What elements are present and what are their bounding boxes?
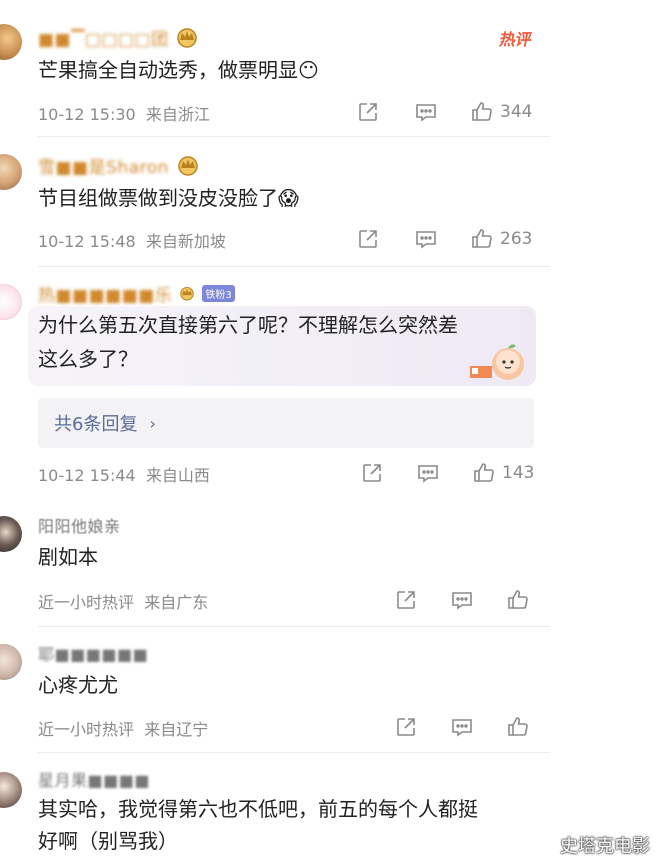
share-button[interactable] xyxy=(394,586,418,614)
username[interactable]: 阳阳他娘亲 xyxy=(38,513,121,537)
avatar[interactable] xyxy=(0,644,22,680)
comment-text: 芒果搞全自动选秀，做票明显😶 xyxy=(38,58,319,82)
view-replies-button[interactable]: 共6条回复 › xyxy=(38,398,534,448)
comment-text-line-1: 其实哈，我觉得第六也不低吧，前五的每个人都挺 xyxy=(38,797,478,821)
fan-badge: 铁粉3 xyxy=(202,284,235,302)
username-row: 阳阳他娘亲 xyxy=(38,512,121,538)
thumbs-up-icon xyxy=(472,229,492,248)
username[interactable]: 星月果■■■■ xyxy=(38,767,150,791)
avatar[interactable] xyxy=(0,516,22,552)
share-icon xyxy=(359,103,377,121)
like-button[interactable] xyxy=(506,586,530,614)
username-row: 雪■■是Sharon xyxy=(38,152,201,178)
comment-actions xyxy=(0,586,660,614)
reply-button[interactable] xyxy=(414,98,438,126)
reply-button[interactable] xyxy=(450,713,474,741)
share-icon xyxy=(397,718,415,736)
crown-icon xyxy=(178,156,198,176)
comment-text-line-2: 这么多了？ xyxy=(38,347,138,371)
comment-icon xyxy=(416,231,436,249)
share-button[interactable] xyxy=(394,713,418,741)
peach-mascot-icon xyxy=(470,344,524,380)
share-button[interactable] xyxy=(356,98,380,126)
comment-text: 节目组做票做到没皮没脸了😱 xyxy=(38,186,299,210)
avatar[interactable] xyxy=(0,24,22,60)
share-icon xyxy=(397,591,415,609)
reply-button[interactable] xyxy=(450,586,474,614)
comment-text-line-2: 好啊（别骂我） xyxy=(38,829,178,853)
thumbs-up-icon xyxy=(472,102,492,121)
username-row: 星月果■■■■ xyxy=(38,766,150,792)
comment-icon xyxy=(418,465,438,483)
comment-text: 心疼尤尤 xyxy=(38,673,118,697)
share-icon xyxy=(359,230,377,248)
reply-button[interactable] xyxy=(414,225,438,253)
username[interactable]: ■■▔□□□□团 xyxy=(38,25,168,50)
like-count: 263 xyxy=(500,229,533,249)
avatar[interactable] xyxy=(0,772,22,808)
like-button[interactable]: 143 xyxy=(472,459,534,487)
username-row: ■■▔□□□□团 xyxy=(38,24,200,50)
crown-icon xyxy=(177,28,198,48)
comment-icon xyxy=(416,104,436,122)
thumbs-up-icon xyxy=(508,590,528,609)
comment-actions xyxy=(0,713,660,741)
divider xyxy=(38,136,550,137)
like-button[interactable] xyxy=(506,713,530,741)
like-button[interactable]: 263 xyxy=(470,225,532,253)
divider xyxy=(38,752,550,753)
like-count: 344 xyxy=(500,102,533,122)
username[interactable]: 雪■■是Sharon xyxy=(38,153,169,178)
chevron-right-icon: › xyxy=(149,413,156,433)
avatar[interactable] xyxy=(0,284,22,320)
watermark: 史塔克电影 xyxy=(560,836,650,857)
like-button[interactable]: 344 xyxy=(470,98,532,126)
comment-actions: 344 xyxy=(0,98,660,126)
avatar[interactable] xyxy=(0,154,22,190)
share-button[interactable] xyxy=(360,459,384,487)
divider xyxy=(38,266,550,267)
hot-comment-badge: 热评 xyxy=(498,30,534,49)
share-icon xyxy=(363,464,381,482)
share-button[interactable] xyxy=(356,225,380,253)
divider xyxy=(38,626,550,627)
username-row: 耶■■■■■■ xyxy=(38,640,148,666)
comment-icon xyxy=(452,719,472,737)
comment-text: 剧如本 xyxy=(38,545,98,569)
crown-icon xyxy=(180,286,195,301)
replies-label: 共6条回复 xyxy=(54,414,138,435)
comment-text-line-1: 为什么第五次直接第六了呢？不理解怎么突然差 xyxy=(38,313,458,337)
username-row: 热■■■■■■乐 铁粉3 xyxy=(38,280,235,306)
like-count: 143 xyxy=(502,463,535,483)
comment-actions: 263 xyxy=(0,225,660,253)
thumbs-up-icon xyxy=(474,463,494,482)
comment-icon xyxy=(452,592,472,610)
thumbs-up-icon xyxy=(508,717,528,736)
reply-button[interactable] xyxy=(416,459,440,487)
username[interactable]: 热■■■■■■乐 xyxy=(38,281,172,306)
username[interactable]: 耶■■■■■■ xyxy=(38,641,148,665)
comment-actions: 143 xyxy=(0,459,660,487)
